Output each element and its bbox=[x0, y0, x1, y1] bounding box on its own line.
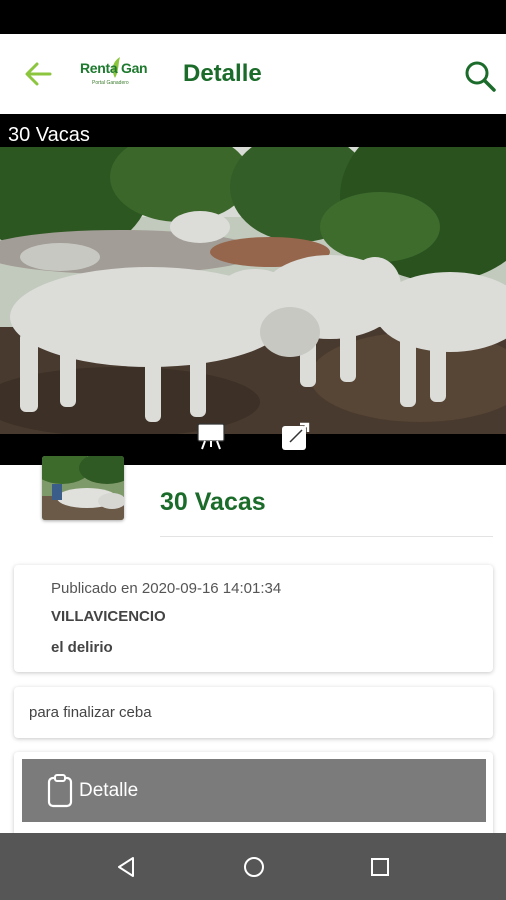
listing-title: 30 Vacas bbox=[160, 488, 266, 516]
nav-recents-button[interactable] bbox=[366, 853, 394, 881]
thumbnail-image bbox=[42, 456, 124, 520]
presentation-button[interactable] bbox=[195, 420, 227, 452]
system-nav-bar bbox=[0, 833, 506, 900]
logo-text: Renta Gan bbox=[80, 60, 148, 76]
nav-recents-icon bbox=[371, 858, 389, 876]
detail-button[interactable]: Detalle bbox=[22, 759, 486, 822]
title-divider bbox=[160, 536, 493, 537]
status-bar bbox=[0, 0, 506, 34]
published-date: Publicado en 2020-09-16 14:01:34 bbox=[51, 580, 282, 597]
nav-back-icon bbox=[118, 857, 134, 877]
listing-info-card: Publicado en 2020-09-16 14:01:34 VILLAVI… bbox=[14, 565, 493, 672]
page-title: Detalle bbox=[183, 60, 262, 87]
listing-description: para finalizar ceba bbox=[29, 704, 152, 721]
nav-back-button[interactable] bbox=[113, 853, 141, 881]
nav-home-button[interactable] bbox=[240, 853, 268, 881]
nav-home-icon bbox=[244, 857, 264, 877]
back-button[interactable] bbox=[22, 58, 54, 90]
cattle-photo[interactable] bbox=[0, 147, 506, 434]
media-viewer[interactable]: 30 Vacas bbox=[0, 114, 506, 465]
listing-thumbnail[interactable] bbox=[42, 456, 124, 520]
open-external-button[interactable] bbox=[280, 420, 312, 452]
detail-button-label: Detalle bbox=[79, 780, 139, 801]
search-button[interactable] bbox=[462, 58, 498, 94]
listing-city: VILLAVICENCIO bbox=[51, 608, 166, 625]
cattle-photo-image bbox=[0, 147, 506, 434]
renta-gan-logo[interactable]: Renta Gan Portal Ganadero bbox=[78, 56, 150, 94]
app-bar: Renta Gan Portal Ganadero Detalle bbox=[0, 34, 506, 114]
media-title: 30 Vacas bbox=[8, 124, 90, 146]
search-icon bbox=[465, 61, 496, 92]
listing-place: el delirio bbox=[51, 639, 113, 656]
clipboard-icon bbox=[47, 774, 73, 808]
logo-subtext: Portal Ganadero bbox=[92, 80, 129, 86]
arrow-left-icon bbox=[25, 62, 52, 86]
presentation-icon bbox=[197, 423, 225, 450]
description-card: para finalizar ceba bbox=[14, 687, 493, 738]
open-external-icon bbox=[282, 422, 310, 450]
detail-card: Detalle bbox=[14, 752, 493, 842]
